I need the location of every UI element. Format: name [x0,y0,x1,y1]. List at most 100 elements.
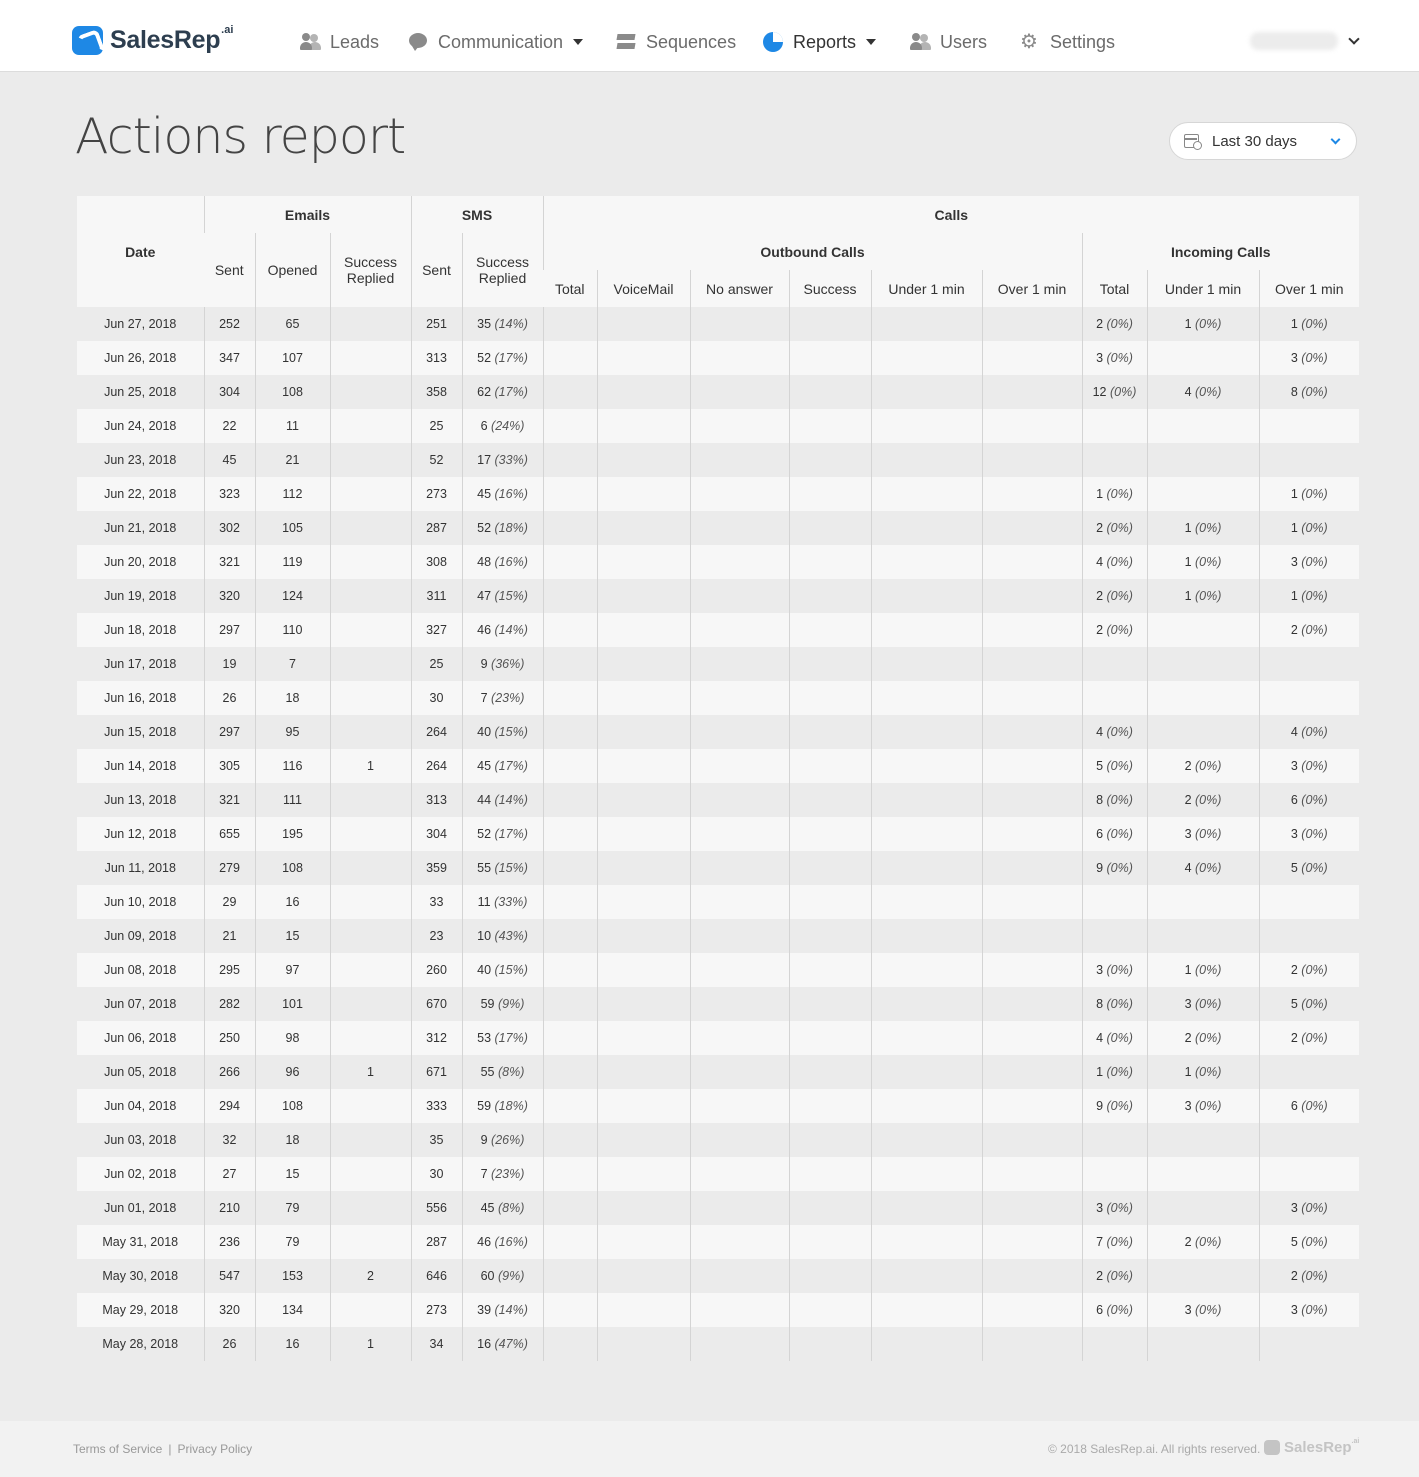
cell-sms-sent: 34 [410,1327,462,1361]
header-sms-sent[interactable]: Sent [410,233,462,307]
nav-settings[interactable]: ⚙ Settings [1020,28,1115,56]
cell-email-success [329,647,411,681]
cell-email-sent: 304 [203,375,255,409]
header-out-under[interactable]: Under 1 min [870,270,982,307]
cell-sms-success-value: 9 [480,657,488,671]
header-out-success[interactable]: Success [788,270,871,307]
cell-email-opened-value: 96 [285,1065,300,1079]
nav-communication[interactable]: Communication [408,28,584,56]
cell-date: Jun 27, 2018 [77,307,204,341]
cell-in-over: 3 (0%) [1258,341,1360,375]
cell-in-total-percent: (0%) [1106,487,1133,501]
cell-out-under [870,953,982,987]
cell-email-success: 1 [329,1055,411,1089]
cell-email-opened: 95 [254,715,330,749]
nav-users[interactable]: Users [910,28,987,56]
header-sms: SMS [410,196,543,233]
cell-sms-success: 11 (33%) [461,885,543,919]
date-range-select[interactable]: Last 30 days [1169,122,1357,160]
cell-out-noanswer [689,307,789,341]
header-date[interactable]: Date [77,196,204,307]
cell-email-opened-value: 97 [285,963,300,977]
cell-in-over [1258,885,1360,919]
header-sms-success[interactable]: Success Replied [461,233,543,307]
cell-email-sent-value: 347 [219,351,240,365]
cell-email-opened: 97 [254,953,330,987]
cell-out-total [542,647,597,681]
cell-in-total: 7 (0%) [1081,1225,1147,1259]
cell-sms-success: 6 (24%) [461,409,543,443]
header-in-under[interactable]: Under 1 min [1146,270,1259,307]
header-email-success[interactable]: Success Replied [329,233,411,307]
cell-out-noanswer [689,1123,789,1157]
cell-date-value: Jun 04, 2018 [104,1099,177,1113]
header-email-opened[interactable]: Opened [254,233,330,307]
cell-in-over-value: 1 [1290,521,1298,535]
cell-in-over-value: 3 [1290,1201,1298,1215]
cell-email-opened: 195 [254,817,330,851]
cell-sms-success-value: 52 [477,521,492,535]
header-calls: Calls [542,196,1360,233]
cell-in-under [1146,919,1259,953]
cell-date: Jun 02, 2018 [77,1157,204,1191]
cell-date-value: Jun 17, 2018 [104,657,177,671]
cell-out-success [788,477,871,511]
cell-in-under-percent: (0%) [1195,1303,1222,1317]
cell-in-over-percent: (0%) [1301,351,1328,365]
cell-in-over-value: 2 [1290,623,1298,637]
cell-in-total-percent: (0%) [1106,351,1133,365]
user-menu[interactable] [1250,30,1360,52]
cell-email-sent-value: 279 [219,861,240,875]
cell-out-total [542,1089,597,1123]
header-out-over[interactable]: Over 1 min [981,270,1082,307]
cell-date-value: Jun 09, 2018 [104,929,177,943]
cell-in-total: 3 (0%) [1081,341,1147,375]
cell-date: Jun 17, 2018 [77,647,204,681]
cell-sms-sent-value: 264 [426,759,447,773]
privacy-link[interactable]: Privacy Policy [177,1442,252,1456]
cell-in-under: 1 (0%) [1146,1055,1259,1089]
cell-sms-success: 52 (17%) [461,341,543,375]
cell-in-over: 3 (0%) [1258,1191,1360,1225]
brand-logo[interactable]: SalesRep .ai [72,24,233,56]
nav-reports[interactable]: Reports [763,28,877,56]
header-out-voicemail[interactable]: VoiceMail [596,270,690,307]
table-row: Jun 25, 2018 304 108 358 62 (17%) 12 (0%) 4 (0… [77,375,1360,409]
cell-out-noanswer [689,409,789,443]
cell-out-noanswer [689,1259,789,1293]
cell-out-voicemail [596,919,690,953]
cell-email-sent-value: 29 [222,895,237,909]
cell-in-over-percent: (0%) [1301,555,1328,569]
cell-email-opened: 134 [254,1293,330,1327]
nav-sequences[interactable]: Sequences [616,28,736,56]
cell-out-voicemail [596,477,690,511]
cell-out-noanswer [689,1327,789,1361]
cell-out-voicemail [596,1157,690,1191]
cell-date-value: Jun 27, 2018 [104,317,177,331]
cell-sms-sent: 327 [410,613,462,647]
cell-out-over [981,817,1082,851]
header-out-total[interactable]: Total [543,270,597,307]
cell-in-under: 4 (0%) [1146,375,1259,409]
cell-date: Jun 03, 2018 [77,1123,204,1157]
cell-email-sent: 19 [203,647,255,681]
cell-in-under-percent: (0%) [1195,589,1222,603]
cell-in-over: 5 (0%) [1258,1225,1360,1259]
header-in-over[interactable]: Over 1 min [1258,270,1360,307]
header-email-sent[interactable]: Sent [204,233,255,307]
header-out-noanswer[interactable]: No answer [689,270,789,307]
cell-out-over [981,919,1082,953]
cell-in-under [1146,1327,1259,1361]
terms-link[interactable]: Terms of Service [73,1442,162,1456]
cell-out-noanswer [689,715,789,749]
cell-sms-success-percent: (16%) [494,1235,528,1249]
cell-email-success-value: 1 [367,1337,374,1351]
cell-date-value: Jun 21, 2018 [104,521,177,535]
nav-leads[interactable]: Leads [300,28,379,56]
cell-in-under: 3 (0%) [1146,1089,1259,1123]
header-in-total[interactable]: Total [1081,270,1147,307]
cell-in-over-value: 5 [1290,861,1298,875]
cell-email-opened-value: 107 [282,351,303,365]
cell-sms-sent: 52 [410,443,462,477]
cell-date: Jun 23, 2018 [77,443,204,477]
